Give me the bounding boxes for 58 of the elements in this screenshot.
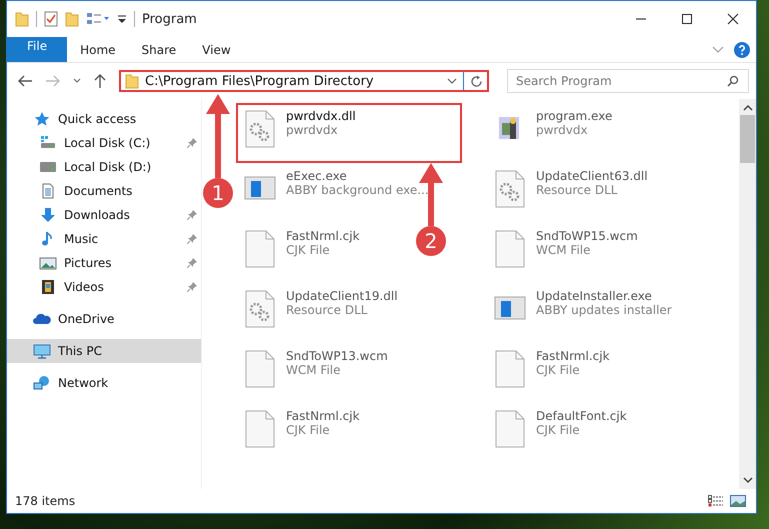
file-item[interactable]: FastNrml.cjk CJK File <box>236 223 368 283</box>
sidebar-item[interactable]: Local Disk (C:) <box>7 131 201 155</box>
file-name: program.exe <box>536 109 612 123</box>
file-name: eExec.exe <box>286 169 348 183</box>
file-name: FastNrml.cjk <box>536 349 610 363</box>
file-name: UpdateInstaller.exe <box>536 289 653 303</box>
ribbon-tab[interactable]: View <box>189 37 244 62</box>
file-name: UpdateClient19.dll <box>286 289 398 303</box>
file-item[interactable]: UpdateClient63.dll Resource DLL <box>486 163 656 223</box>
file-name: DefaultFont.cjk <box>536 409 627 423</box>
item-count: 178 items <box>15 494 76 508</box>
file-description: WCM File <box>286 363 342 377</box>
file-description: ABBY updates installer <box>536 303 672 317</box>
file-description: ABBY background exe... <box>286 183 429 197</box>
file-name: SndToWP13.wcm <box>286 349 388 363</box>
file-item[interactable]: SndToWP13.wcm WCM File <box>236 343 396 403</box>
file-description: pwrdvdx <box>286 123 339 137</box>
sidebar-item[interactable]: Local Disk (D:) <box>7 155 201 179</box>
sidebar-item[interactable]: Music <box>7 227 201 251</box>
file-item[interactable]: FastNrml.cjk CJK File <box>236 403 368 463</box>
file-description: CJK File <box>536 423 581 437</box>
file-description: CJK File <box>536 363 581 377</box>
step-number-badge: 2 <box>416 226 446 256</box>
file-item[interactable]: UpdateInstaller.exe ABBY updates installer <box>486 283 680 343</box>
file-item[interactable]: FastNrml.cjk CJK File <box>486 343 618 403</box>
file-item[interactable]: UpdateClient19.dll Resource DLL <box>236 283 406 343</box>
file-name: FastNrml.cjk <box>286 229 360 243</box>
file-description: CJK File <box>286 243 331 257</box>
window-title: Program <box>142 12 197 26</box>
search-field[interactable]: Search Program <box>507 69 749 93</box>
file-item[interactable]: DefaultFont.cjk CJK File <box>486 403 635 463</box>
file-description: WCM File <box>536 243 592 257</box>
sidebar-item[interactable]: OneDrive <box>7 307 201 331</box>
sidebar-item[interactable]: Videos <box>7 275 201 299</box>
ribbon-tab[interactable]: File <box>7 37 68 62</box>
file-name: FastNrml.cjk <box>286 409 360 423</box>
sidebar-item[interactable]: Downloads <box>7 203 201 227</box>
file-name: SndToWP15.wcm <box>536 229 638 243</box>
sidebar-item[interactable]: Pictures <box>7 251 201 275</box>
file-item[interactable]: program.exe pwrdvdx <box>486 103 620 163</box>
file-name: pwrdvdx.dll <box>286 109 356 123</box>
file-item[interactable]: eExec.exe ABBY background exe... <box>236 163 437 223</box>
ribbon-tab[interactable]: Share <box>128 37 190 62</box>
file-description: CJK File <box>286 423 331 437</box>
file-item[interactable]: pwrdvdx.dll pwrdvdx <box>236 103 462 163</box>
ribbon-tab[interactable]: Home <box>67 37 129 62</box>
file-description: pwrdvdx <box>536 123 589 137</box>
sidebar-item[interactable]: Documents <box>7 179 201 203</box>
address-path: C:\Program Files\Program Directory <box>145 74 375 88</box>
file-name: UpdateClient63.dll <box>536 169 648 183</box>
sidebar-item[interactable]: This PC <box>7 339 201 363</box>
file-description: Resource DLL <box>536 183 618 197</box>
file-item[interactable]: SndToWP15.wcm WCM File <box>486 223 646 283</box>
file-description: Resource DLL <box>286 303 368 317</box>
address-bar[interactable]: C:\Program Files\Program Directory <box>119 70 489 92</box>
sidebar-item[interactable]: Network <box>7 371 201 395</box>
step-number-badge: 1 <box>203 178 233 208</box>
sidebar-item[interactable]: Quick access <box>7 107 201 131</box>
